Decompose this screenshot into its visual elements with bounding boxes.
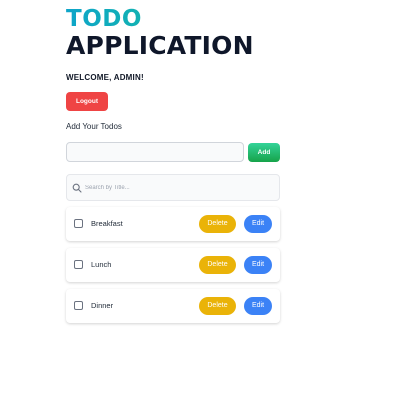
edit-button[interactable]: Edit <box>244 256 272 274</box>
edit-button[interactable]: Edit <box>244 215 272 233</box>
add-button[interactable]: Add <box>248 143 280 162</box>
delete-button[interactable]: Delete <box>199 256 236 274</box>
todo-input[interactable] <box>66 142 244 162</box>
todo-title: Breakfast <box>91 219 123 228</box>
todo-item-breakfast: Breakfast Delete Edit <box>66 207 280 241</box>
todo-checkbox[interactable] <box>74 301 83 310</box>
edit-button[interactable]: Edit <box>244 297 272 315</box>
delete-button[interactable]: Delete <box>199 297 236 315</box>
search-box <box>66 174 280 201</box>
todo-checkbox[interactable] <box>74 260 83 269</box>
todo-checkbox[interactable] <box>74 219 83 228</box>
add-todo-row: Add <box>66 142 280 162</box>
todo-app: TODO APPLICATION WELCOME, ADMIN! Logout … <box>66 6 280 330</box>
search-icon <box>72 183 82 193</box>
search-input[interactable] <box>85 178 275 198</box>
todo-item-dinner: Dinner Delete Edit <box>66 289 280 323</box>
delete-button[interactable]: Delete <box>199 215 236 233</box>
welcome-message: WELCOME, ADMIN! <box>66 73 144 82</box>
page-title-todo: TODO <box>66 6 280 32</box>
add-todos-heading: Add Your Todos <box>66 122 122 131</box>
todo-item-lunch: Lunch Delete Edit <box>66 248 280 282</box>
logout-button[interactable]: Logout <box>66 92 108 111</box>
todo-title: Lunch <box>91 260 112 269</box>
page-title-application: APPLICATION <box>66 31 254 60</box>
todo-list: Breakfast Delete Edit Lunch Delete Edit … <box>66 207 280 323</box>
todo-title: Dinner <box>91 301 114 310</box>
